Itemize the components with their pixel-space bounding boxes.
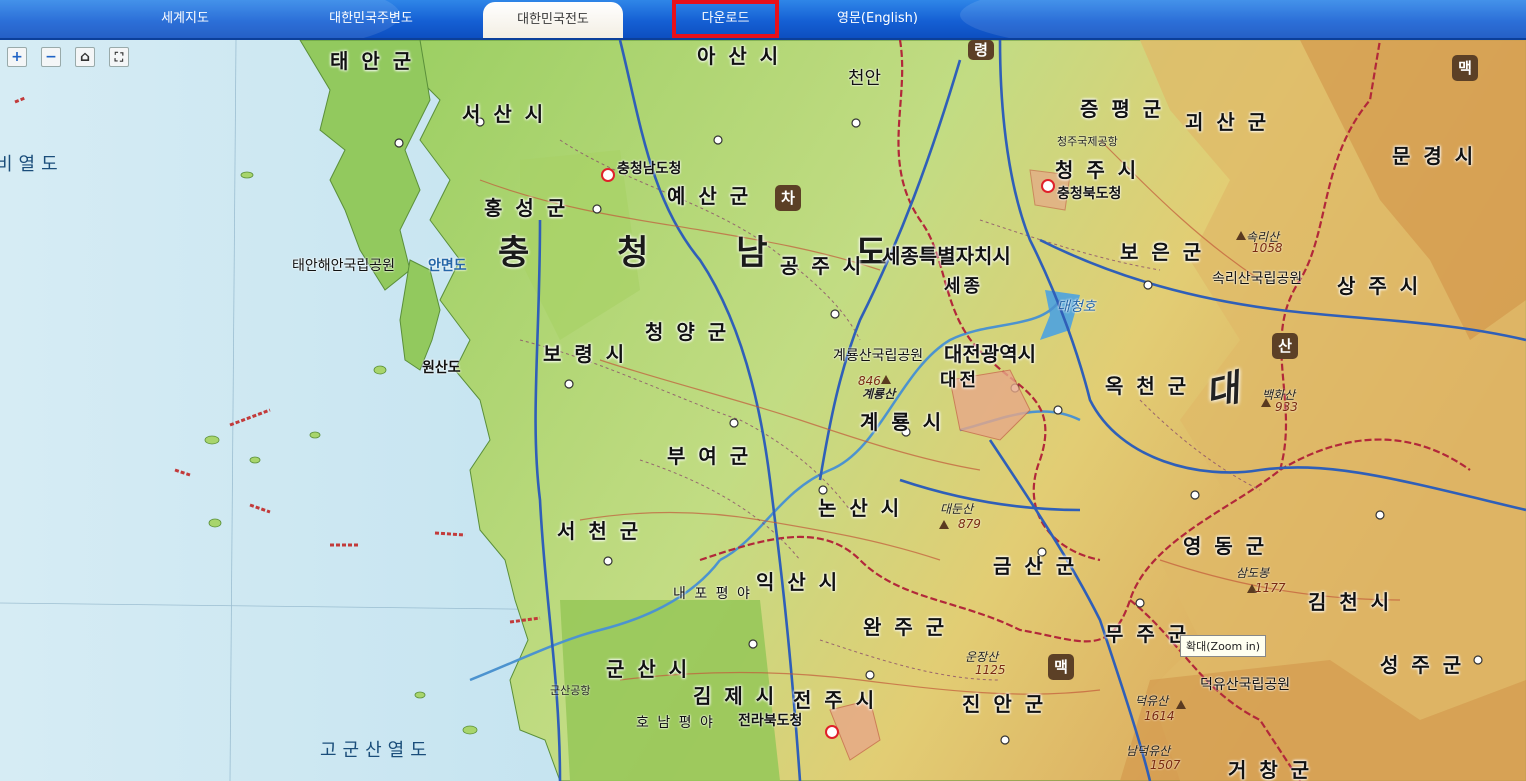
label-geochang: 거 창 군 xyxy=(1228,758,1313,781)
label-jinan: 진 안 군 xyxy=(962,692,1047,716)
map-canvas[interactable]: 충 청 남 도 태 안 군 서 산 시 홍 성 군 예 산 군 아 산 시 천안… xyxy=(0,40,1526,781)
label-hongseong: 홍 성 군 xyxy=(484,196,569,220)
label-cheongyang: 청 양 군 xyxy=(645,320,730,344)
badge-san: 산 xyxy=(1272,333,1298,359)
nav-national-map[interactable]: 대한민국전도 xyxy=(483,2,623,38)
home-button[interactable]: ⌂ xyxy=(75,47,95,67)
label-gyeryong-park: 계룡산국립공원 xyxy=(833,348,924,364)
label-daecheong-lake: 대청호 xyxy=(1057,299,1096,315)
label-deogyusan-elevation: 1614 xyxy=(1144,709,1175,723)
label-boryeong: 보 령 시 xyxy=(543,342,628,366)
badge-maek: 맥 xyxy=(1452,55,1478,81)
label-goesan: 괴 산 군 xyxy=(1185,110,1270,134)
label-daejeon-city: 대전 xyxy=(940,370,980,391)
label-samdobong-elevation: 1177 xyxy=(1255,581,1286,595)
zoom-out-button[interactable]: − xyxy=(41,47,61,67)
nav-english[interactable]: 영문(English) xyxy=(815,0,940,38)
label-cheongju-airport: 청주국제공항 xyxy=(1057,135,1118,148)
zoom-in-button[interactable]: + xyxy=(7,47,27,67)
label-boeun: 보 은 군 xyxy=(1120,240,1205,264)
full-extent-button[interactable]: ⛶ xyxy=(109,47,129,67)
label-gyeryong: 계 룡 시 xyxy=(860,410,945,434)
label-jeonbuk-office: 전라북도청 xyxy=(738,713,803,729)
label-naepo-plain: 내 포 평 야 xyxy=(673,586,752,602)
label-nonsan: 논 산 시 xyxy=(818,496,903,520)
label-mungyeong: 문 경 시 xyxy=(1392,144,1477,168)
label-gongju: 공 주 시 xyxy=(780,254,865,278)
label-daedunsan: 대둔산 xyxy=(940,502,974,516)
decorative-swoosh xyxy=(960,0,1526,38)
provincial-office-marker xyxy=(601,168,615,182)
label-geumsan: 금 산 군 xyxy=(993,554,1078,578)
label-gogunsan-islands: 고군산열도 xyxy=(320,740,433,761)
label-sejong: 세종특별자치시 xyxy=(882,244,1011,268)
label-songnisan-elevation: 1058 xyxy=(1252,241,1283,255)
provincial-office-marker xyxy=(1041,179,1055,193)
label-wanju: 완 주 군 xyxy=(863,615,948,639)
top-navigation-bar: 세계지도 대한민국주변도 대한민국전도 다운로드 영문(English) xyxy=(0,0,1526,40)
label-sejong-city: 세종 xyxy=(944,276,984,297)
label-buyeo: 부 여 군 xyxy=(667,444,752,468)
label-asan: 아 산 시 xyxy=(697,44,782,68)
label-gimcheon: 김 천 시 xyxy=(1308,590,1393,614)
label-muju: 무 주 군 xyxy=(1105,622,1190,646)
zoom-tooltip: 확대(Zoom in) xyxy=(1180,635,1267,657)
label-gunsan-airport: 군산공항 xyxy=(550,684,591,697)
label-chungnam-office: 충청남도청 xyxy=(617,161,682,177)
label-gimje: 김 제 시 xyxy=(693,684,778,708)
label-deogyusan: 덕유산 xyxy=(1135,694,1169,708)
label-deogyu-park: 덕유산국립공원 xyxy=(1200,677,1291,693)
label-samdobong: 삼도봉 xyxy=(1236,566,1270,580)
badge-cha: 차 xyxy=(775,185,801,211)
label-jeungpyeong: 증 평 군 xyxy=(1080,97,1165,121)
label-seosan: 서 산 시 xyxy=(462,102,547,126)
provincial-office-marker xyxy=(825,725,839,739)
label-daedunsan-elevation: 879 xyxy=(958,517,981,531)
label-okcheon: 옥 천 군 xyxy=(1105,374,1190,398)
label-iksan: 익 산 시 xyxy=(756,570,841,594)
label-bieyeol-islands: 비열도 xyxy=(0,154,64,175)
label-namdeogyusan: 남덕유산 xyxy=(1126,744,1171,758)
nav-download[interactable]: 다운로드 xyxy=(672,0,779,38)
label-yesan: 예 산 군 xyxy=(667,184,752,208)
label-ungjangsan-elevation: 1125 xyxy=(975,663,1006,677)
label-anmyeondo: 안면도 xyxy=(428,258,467,274)
nav-world-map[interactable]: 세계지도 xyxy=(130,0,240,38)
label-baekhwasan-elevation: 933 xyxy=(1275,400,1298,414)
nav-peripheral-map[interactable]: 대한민국주변도 xyxy=(296,0,446,38)
label-songni-park: 속리산국립공원 xyxy=(1212,271,1303,287)
label-honam-plain: 호 남 평 야 xyxy=(636,715,715,731)
label-sangju: 상 주 시 xyxy=(1337,274,1422,298)
label-jeonju: 전 주 시 xyxy=(793,688,878,712)
label-cheonan: 천안 xyxy=(848,68,882,89)
badge-maek-2: 맥 xyxy=(1048,654,1074,680)
label-seongju: 성 주 군 xyxy=(1380,653,1465,677)
label-taean: 태 안 군 xyxy=(330,49,415,73)
label-yeongdong: 영 동 군 xyxy=(1183,534,1268,558)
label-cheongju: 청 주 시 xyxy=(1055,158,1140,182)
label-gunsan: 군 산 시 xyxy=(606,657,691,681)
label-daejeon: 대전광역시 xyxy=(944,342,1036,366)
label-chungbuk-office: 충청북도청 xyxy=(1057,186,1122,202)
badge-ryeong: 령 xyxy=(968,40,994,60)
label-taean-park: 태안해안국립공원 xyxy=(292,258,396,274)
label-gyeryongsan-elevation: 846 xyxy=(858,374,881,388)
label-namdeogyusan-elevation: 1507 xyxy=(1150,758,1181,772)
label-wonsando: 원산도 xyxy=(422,360,461,376)
label-seocheon: 서 천 군 xyxy=(557,519,642,543)
